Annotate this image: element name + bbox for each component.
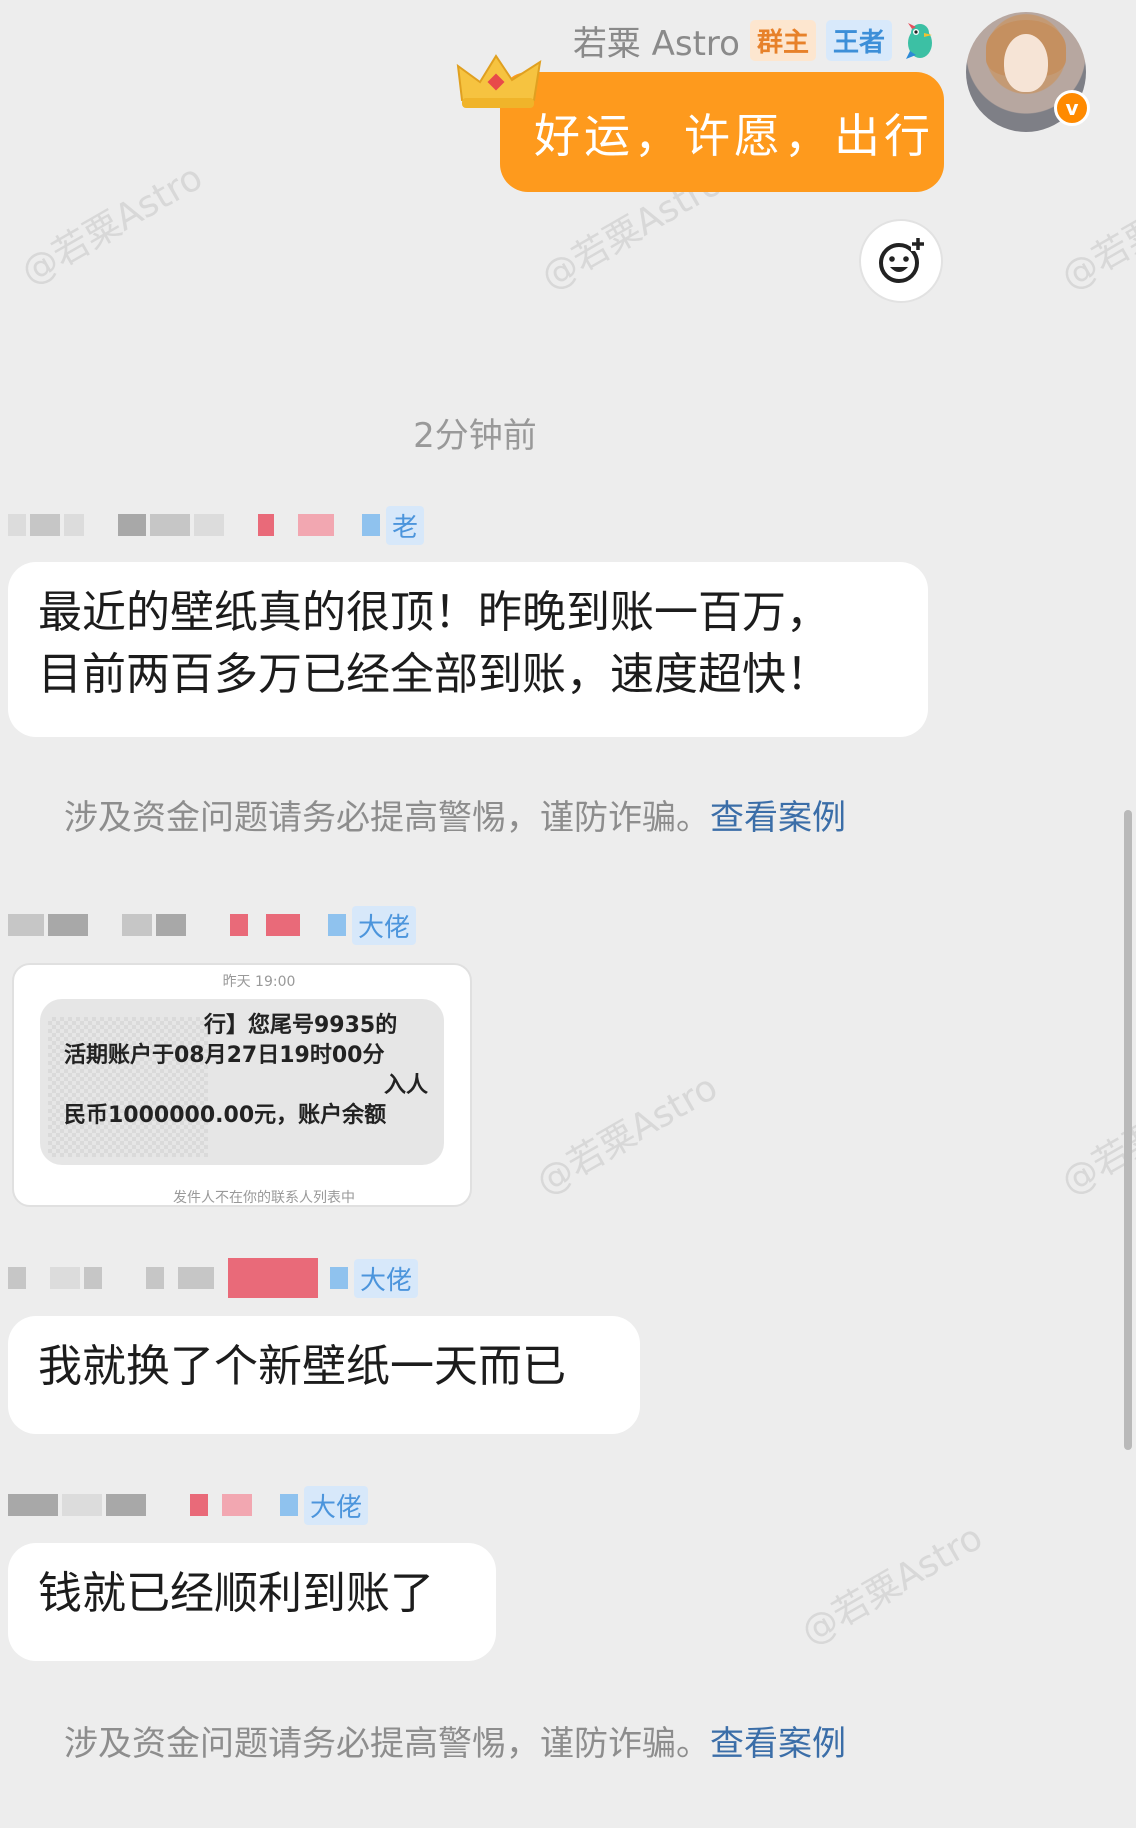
sender-row[interactable]: 大佬 bbox=[8, 1258, 419, 1298]
owner-tag: 群主 bbox=[749, 20, 816, 61]
message-text-line: 最近的壁纸真的很顶！昨晚到账一百万， bbox=[38, 587, 830, 638]
member-tag: 大佬 bbox=[304, 1485, 369, 1525]
avatar[interactable]: v bbox=[966, 12, 1090, 132]
self-message-bubble[interactable]: 好运，许愿，出行 bbox=[500, 72, 944, 192]
watermark: @若粟Astro bbox=[14, 157, 210, 294]
crown-icon bbox=[456, 54, 542, 108]
sms-bubble: 行】您尾号9935的 活期账户于08月27日19时00分 入人 民币100000… bbox=[40, 999, 444, 1165]
sms-time: 昨天 19:00 bbox=[222, 974, 296, 990]
message-text: 我就换了个新壁纸一天而已 bbox=[38, 1341, 566, 1392]
view-cases-link[interactable]: 查看案例 bbox=[710, 798, 846, 838]
sms-line: 入人 bbox=[384, 1073, 429, 1098]
member-tag: 大佬 bbox=[352, 905, 417, 945]
watermark: @若粟Astro bbox=[529, 1067, 725, 1204]
sms-line: 活期账户于08月27日19时00分 bbox=[64, 1043, 385, 1068]
watermark: @若粟Astro bbox=[1054, 162, 1136, 299]
sender-name[interactable]: 若粟 Astro bbox=[573, 16, 740, 65]
message-text: 钱就已经顺利到账了 bbox=[38, 1568, 434, 1619]
message-bubble[interactable]: 我就换了个新壁纸一天而已 bbox=[8, 1316, 640, 1434]
member-tag: 大佬 bbox=[354, 1258, 419, 1298]
fraud-warning: 涉及资金问题请务必提高警惕，谨防诈骗。查看案例 bbox=[64, 790, 846, 839]
king-tag: 王者 bbox=[825, 20, 892, 61]
fraud-warning-text: 涉及资金问题请务必提高警惕，谨防诈骗。 bbox=[64, 798, 710, 838]
bird-icon bbox=[906, 22, 932, 59]
scrollbar[interactable] bbox=[1124, 810, 1132, 1450]
self-sender-row: 若粟 Astro 群主 王者 bbox=[573, 16, 938, 65]
sender-row[interactable]: 大佬 bbox=[8, 1485, 369, 1525]
sms-screenshot-image[interactable]: 昨天 19:00 行】您尾号9935的 活期账户于08月27日19时00分 入人… bbox=[12, 963, 472, 1207]
sms-line: 行】您尾号9935的 bbox=[204, 1013, 398, 1038]
watermark: @若粟Astro bbox=[794, 1517, 990, 1654]
verified-badge: v bbox=[1054, 90, 1090, 126]
fraud-warning: 涉及资金问题请务必提高警惕，谨防诈骗。查看案例 bbox=[64, 1716, 846, 1765]
member-tag: 老 bbox=[386, 505, 425, 545]
message-text-line: 目前两百多万已经全部到账，速度超快！ bbox=[38, 649, 830, 700]
sms-footer: 发件人不在你的联系人列表中 bbox=[173, 1190, 355, 1206]
add-reaction-button[interactable] bbox=[859, 219, 943, 303]
message-bubble[interactable]: 钱就已经顺利到账了 bbox=[8, 1543, 496, 1661]
time-divider: 2分钟前 bbox=[413, 416, 537, 456]
sender-row[interactable]: 老 bbox=[8, 505, 425, 545]
sms-line: 民币1000000.00元，账户余额 bbox=[64, 1103, 387, 1128]
sender-row[interactable]: 大佬 bbox=[8, 905, 417, 945]
chat-page: @若粟Astro @若粟Astro @若粟Astro @若粟Astro @若粟A… bbox=[0, 0, 1136, 1828]
smiley-plus-icon bbox=[879, 237, 925, 283]
fraud-warning-text: 涉及资金问题请务必提高警惕，谨防诈骗。 bbox=[64, 1724, 710, 1764]
view-cases-link[interactable]: 查看案例 bbox=[710, 1724, 846, 1764]
message-bubble[interactable]: 最近的壁纸真的很顶！昨晚到账一百万， 目前两百多万已经全部到账，速度超快！ bbox=[8, 562, 928, 737]
